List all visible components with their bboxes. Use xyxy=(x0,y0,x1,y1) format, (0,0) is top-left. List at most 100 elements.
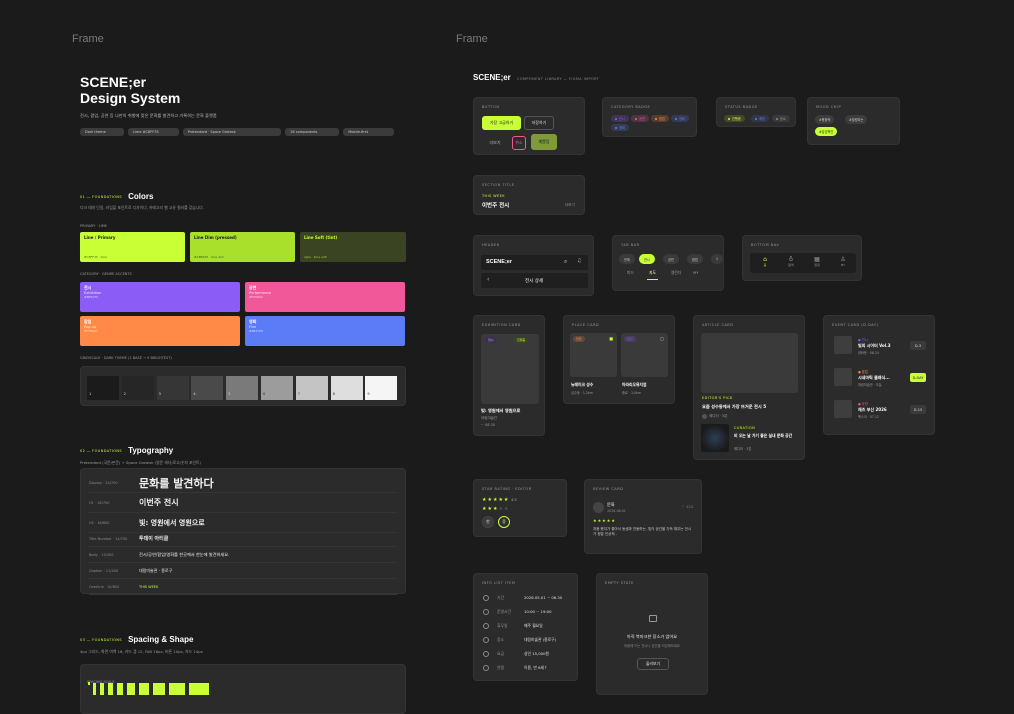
type-label: Title Number · 14/700 xyxy=(89,537,128,541)
bottom-nav-bar: ⌂ 홈 ♁ 탐색 ▦ 일정 ♙ MY xyxy=(750,253,856,273)
bottom-nav-item[interactable]: ⌂ 홈 xyxy=(758,256,772,267)
section-title-card: SECTION TITLE THIS WEEK 이번주 전시 더보기 xyxy=(473,175,585,215)
event-thumb xyxy=(834,368,852,386)
info-key: 운영시간 xyxy=(497,609,511,614)
place-item[interactable]: 전시 ▢ 아라리오뮤지엄 종로 · 3.0km xyxy=(621,333,668,403)
rating-chip[interactable]: 한 xyxy=(482,516,494,528)
typography-title: Typography xyxy=(128,446,174,455)
empty-state-button[interactable]: 둘러보기 xyxy=(637,658,669,670)
section-more-link[interactable]: 더보기 xyxy=(565,203,575,208)
bottom-nav-item[interactable]: ♙ MY xyxy=(836,256,850,267)
heart-icon: ♡ xyxy=(681,505,685,509)
bottom-nav-title: BOTTOM NAV xyxy=(751,243,780,247)
tab-item[interactable]: 캘린더 xyxy=(671,270,681,276)
tab-pill-list: 전체 전시 공연 팝업 1 xyxy=(619,254,724,264)
lib-logo: SCENE;er xyxy=(473,73,511,82)
info-key: 기간 xyxy=(497,595,504,600)
sub-article-thumb[interactable] xyxy=(701,424,729,452)
badge-dot xyxy=(615,117,617,120)
tab-pill[interactable]: 1 xyxy=(711,254,724,264)
event-row[interactable]: ● 공연 재즈 부산 2026 벡스코 · 07.12 D-15 xyxy=(834,400,926,426)
badge-label: 전시 xyxy=(619,117,625,121)
section-overline: THIS WEEK xyxy=(482,194,505,198)
typography-panel: Display · 24/700 문화를 발견하다 H1 · 18/700 이번주 전… xyxy=(80,468,406,595)
article-author: 에디터 · 5분 xyxy=(709,414,728,418)
place-card-title: PLACE CARD xyxy=(572,323,600,327)
bookmark-icon[interactable]: ■ xyxy=(609,336,613,341)
spacing-block xyxy=(117,683,123,695)
event-meta: 대림미술관 · 오늘 xyxy=(858,383,882,387)
star-rating-large[interactable]: ★★★★★ xyxy=(482,497,509,503)
filter-button[interactable]: 예쁨링 xyxy=(531,134,557,150)
back-chevron-icon[interactable]: ‹ xyxy=(487,276,489,283)
gray-swatch: 1 xyxy=(87,376,119,400)
status-badge: 예정 xyxy=(751,115,769,122)
place-card-sample: PLACE CARD 팝업 ■ 뉴테이크 성수 성수동 · 1.2km 전시 ▢ 아라리오뮤… xyxy=(563,315,675,404)
rating-chip[interactable]: 중 xyxy=(498,516,510,528)
empty-state-heading: 아직 북마크한 장소가 없어요 xyxy=(626,634,678,639)
tab-item[interactable]: 피드 xyxy=(627,270,634,276)
status-badge-title: STATUS BADGE xyxy=(725,105,758,109)
review-date: 2026.06.01 xyxy=(607,509,626,513)
mood-chip[interactable]: #힐링되는 xyxy=(845,115,868,124)
event-dday: D-3 xyxy=(910,341,926,350)
tab-pill[interactable]: 공연 xyxy=(663,254,679,264)
status-dot xyxy=(776,117,778,120)
spacing-block xyxy=(139,683,149,695)
status-dot xyxy=(728,117,730,120)
bottom-nav-item[interactable]: ♁ 탐색 xyxy=(784,256,798,267)
ds-logo: SCENE;er xyxy=(80,74,147,90)
typography-heading: 02 — FOUNDATIONS Typography xyxy=(80,446,173,455)
bell-icon[interactable]: ♫ xyxy=(577,258,581,264)
badge-dot xyxy=(655,117,657,120)
category-badge: 팝업 xyxy=(651,115,669,122)
event-card-sample: EVENT CARD (D-DAY) ● 전시 빛의 시어터 Vol.3 광화문 ·… xyxy=(823,315,935,435)
type-sample: 빛: 영원에서 영원으로 xyxy=(139,518,205,527)
bottom-nav-label: 홈 xyxy=(763,263,767,267)
type-label: Overline · 10/600 xyxy=(89,585,120,589)
review-likes[interactable]: ♡ 124 xyxy=(681,505,693,509)
bottom-nav-item[interactable]: ▦ 일정 xyxy=(810,256,824,267)
mood-chip[interactable]: #몽환적 xyxy=(815,115,835,124)
mood-chip[interactable]: #감성적인 xyxy=(815,127,838,136)
category-badge-card: CATEGORY BADGE 전시 공연 팝업 영화 영화 xyxy=(602,97,697,137)
category-hex: #F0589A xyxy=(249,295,263,299)
lib-subtitle: COMPONENT LIBRARY — FIGMA IMPORT xyxy=(517,77,600,81)
status-label: 종료 xyxy=(780,117,786,121)
primary-button[interactable]: 가장 고급하기 xyxy=(482,116,521,130)
event-name: 빛의 시어터 Vol.3 xyxy=(858,343,891,348)
copy-icon[interactable]: ▢ xyxy=(660,336,664,341)
event-row[interactable]: ● 전시 빛의 시어터 Vol.3 광화문 · 08.24 D-3 xyxy=(834,336,926,362)
article-image[interactable] xyxy=(701,333,798,393)
type-row: Caption · 11/400 대림미술관 · 종로구 xyxy=(89,563,397,579)
review-text: 처음 봤지가 좋아서 동생과 찬동하는, 빛이 공간을 가득 채우는 전시가 정… xyxy=(593,527,692,536)
type-row: Title Number · 14/700 투데이 아티클 xyxy=(89,531,397,547)
header-logo[interactable]: SCENE;er xyxy=(486,259,512,265)
place-item[interactable]: 팝업 ■ 뉴테이크 성수 성수동 · 1.2km xyxy=(570,333,617,403)
type-sample: THIS WEEK xyxy=(139,584,159,589)
empty-state-title: EMPTY STATE xyxy=(605,581,634,585)
type-sample: 문화를 발견하다 xyxy=(139,476,214,490)
exhibition-poster[interactable] xyxy=(481,334,539,404)
spacing-panel: SPACING SCALE xyxy=(80,664,406,714)
spacing-block xyxy=(169,683,185,695)
gray-swatch: 4 xyxy=(191,376,224,400)
tab-pill[interactable]: 팝업 xyxy=(687,254,703,264)
spacing-block xyxy=(189,683,209,695)
tab-item[interactable]: 지도 xyxy=(647,270,658,280)
star-score: 4.5 xyxy=(511,498,517,502)
mood-chip-title: MOOD CHIP xyxy=(816,105,842,109)
secondary-button[interactable]: 저장하기 xyxy=(524,116,554,130)
article-card-sample: ARTICLE CARD EDITOR'S PICK 요즘 성수동에서 가장 뜨… xyxy=(693,315,805,460)
tab-pill[interactable]: 전체 xyxy=(619,254,635,264)
search-icon[interactable]: ⌕ xyxy=(564,258,567,266)
tab-item[interactable]: MY xyxy=(693,270,699,275)
event-row[interactable]: ● 팝업 시네마틱 클래식... 대림미술관 · 오늘 D-DAY xyxy=(834,368,926,394)
tab-pill[interactable]: 전시 xyxy=(639,254,655,264)
danger-button[interactable]: 취소 xyxy=(512,136,526,150)
ghost-button[interactable]: 더보기 xyxy=(482,136,508,150)
exhibition-card-title: EXHIBITION CARD xyxy=(482,323,521,327)
tab-bar-card: TAB BAR 전체 전시 공연 팝업 1 피드 지도 캘린더 MY xyxy=(612,235,724,291)
badge-dot xyxy=(635,117,637,120)
star-rating-small[interactable]: ★★★★★ xyxy=(482,506,509,512)
